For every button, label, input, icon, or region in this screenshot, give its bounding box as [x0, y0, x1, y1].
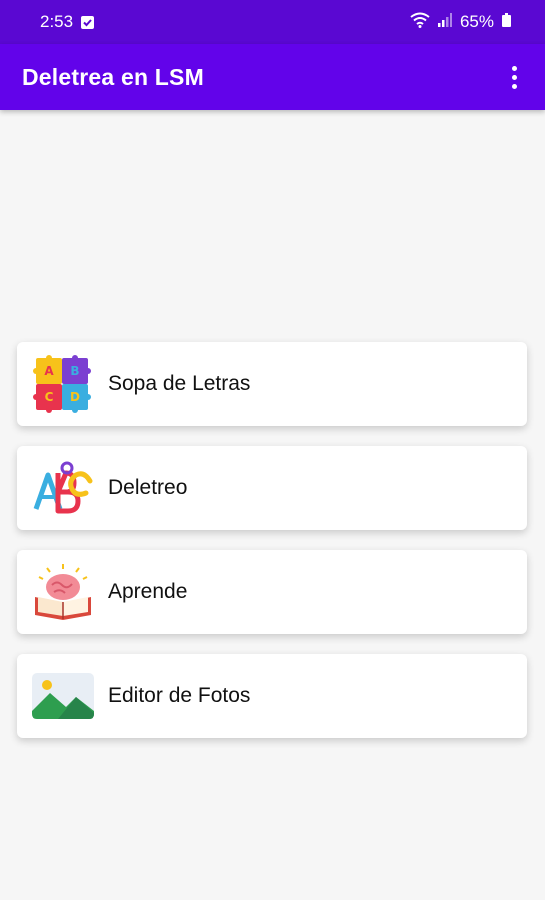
svg-text:D: D: [70, 390, 80, 404]
signal-icon: [437, 12, 452, 32]
menu-item-deletreo[interactable]: Deletreo: [17, 446, 527, 530]
menu-item-sopa-de-letras[interactable]: A B C D Sopa de Letras: [17, 342, 527, 426]
app-bar: Deletrea en LSM: [0, 44, 545, 110]
menu-item-label: Editor de Fotos: [108, 684, 251, 707]
image-landscape-icon: [32, 673, 94, 719]
battery-icon: [502, 12, 511, 32]
menu-item-label: Deletreo: [108, 476, 188, 499]
notification-check-icon: [81, 15, 95, 29]
brain-book-icon: [35, 564, 91, 620]
menu-item-label: Sopa de Letras: [108, 372, 251, 395]
abc-letters-icon: [33, 461, 93, 514]
battery-percent: 65%: [459, 12, 494, 31]
menu-item-label: Aprende: [108, 580, 188, 603]
status-right: 65%: [410, 12, 511, 33]
more-vert-icon[interactable]: [505, 62, 523, 92]
svg-text:A: A: [44, 364, 54, 378]
letter-blocks-icon: A B C D: [33, 355, 91, 413]
status-bar: 2:53 65%: [0, 0, 545, 44]
menu-list: A B C D Sopa de Letras Deletreo Aprende …: [17, 342, 527, 758]
app-title: Deletrea en LSM: [22, 63, 204, 90]
menu-item-aprende[interactable]: Aprende: [17, 550, 527, 634]
menu-item-editor-de-fotos[interactable]: Editor de Fotos: [17, 654, 527, 738]
svg-text:C: C: [45, 390, 54, 404]
wifi-icon: [410, 12, 430, 33]
svg-text:B: B: [70, 364, 79, 378]
status-time: 2:53: [40, 12, 74, 31]
status-left: 2:53: [40, 12, 95, 32]
